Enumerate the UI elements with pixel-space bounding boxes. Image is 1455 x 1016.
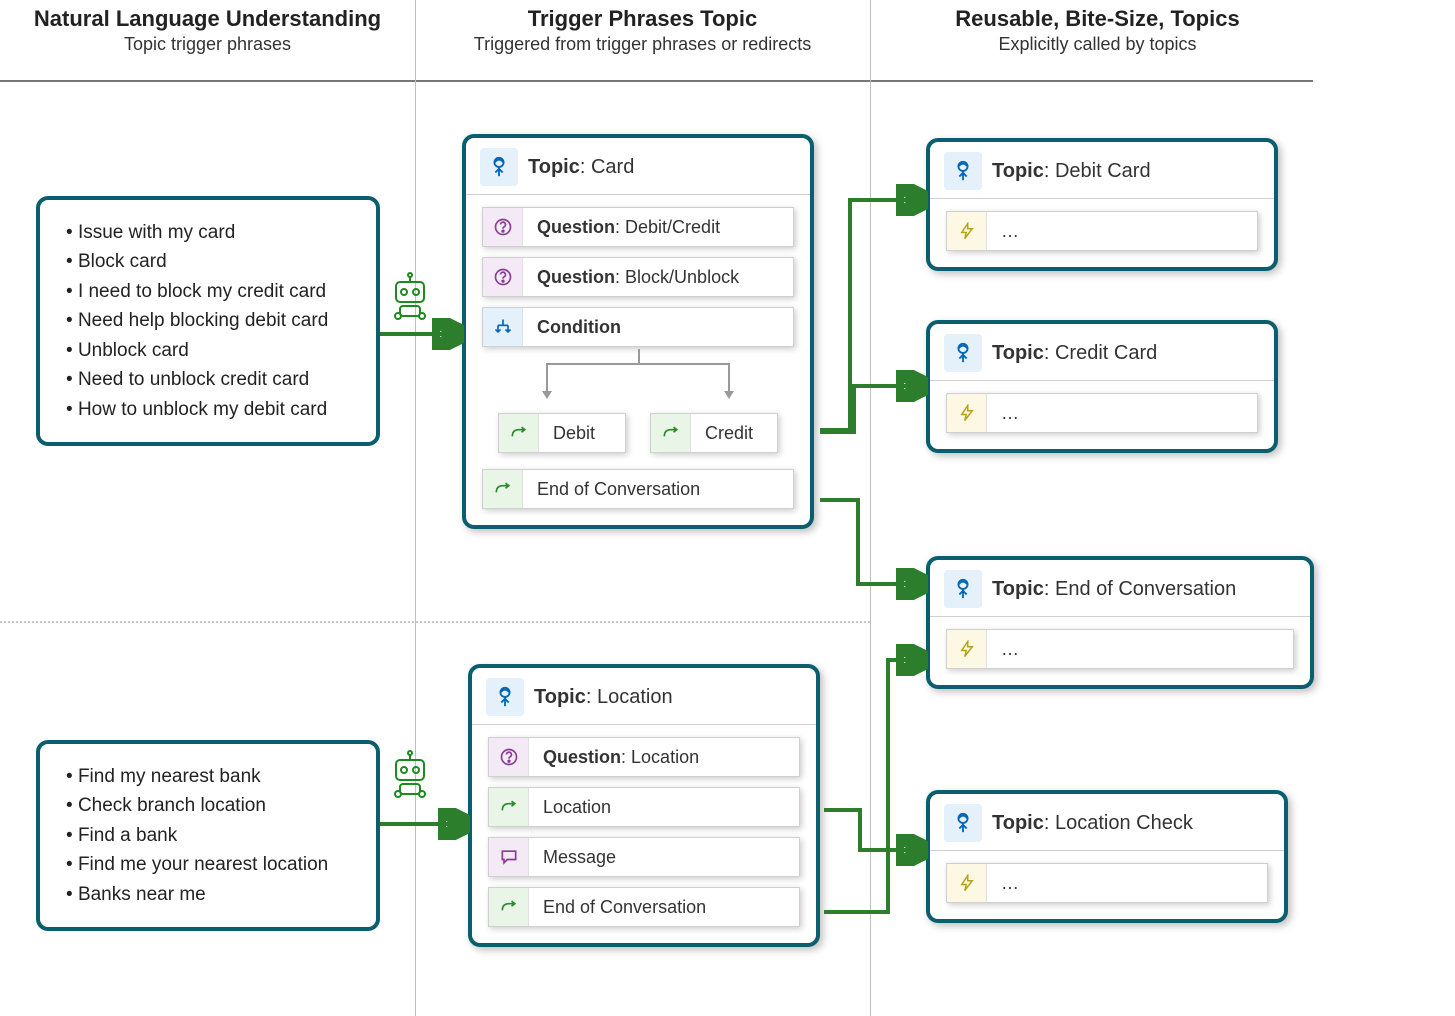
topic-title: Topic: Debit Card xyxy=(992,160,1151,183)
redirect-icon xyxy=(489,788,529,826)
condition-branch-connector xyxy=(482,353,794,399)
topic-title: Topic: Location xyxy=(534,686,673,709)
col3-header: Reusable, Bite-Size, Topics Explicitly c… xyxy=(870,6,1325,55)
node-redirect-eoc: End of Conversation xyxy=(488,887,800,927)
flash-icon xyxy=(947,212,987,250)
phrase-item: I need to block my credit card xyxy=(66,277,354,306)
col2-sub: Triggered from trigger phrases or redire… xyxy=(415,34,870,55)
column-divider-2 xyxy=(870,0,871,1016)
node-message: Message xyxy=(488,837,800,877)
col1-header: Natural Language Understanding Topic tri… xyxy=(0,6,415,55)
redirect-icon xyxy=(489,888,529,926)
bot-icon xyxy=(386,750,434,798)
phrase-item: Block card xyxy=(66,247,354,276)
topic-card-card: Topic: Card Question: Debit/Credit Quest… xyxy=(462,134,814,529)
node-redirect-location: Location xyxy=(488,787,800,827)
node-condition: Condition xyxy=(482,307,794,347)
topic-trigger-icon xyxy=(944,334,982,372)
phrase-item: Issue with my card xyxy=(66,218,354,247)
flash-icon xyxy=(947,394,987,432)
node-question-location: Question: Location xyxy=(488,737,800,777)
trigger-phrases-card: Issue with my card Block card I need to … xyxy=(36,196,380,446)
node-flash: … xyxy=(946,211,1258,251)
question-icon xyxy=(483,258,523,296)
trigger-phrases-location: Find my nearest bank Check branch locati… xyxy=(36,740,380,931)
condition-icon xyxy=(483,308,523,346)
topic-trigger-icon xyxy=(944,152,982,190)
topic-card-credit: Topic: Credit Card … xyxy=(926,320,1278,453)
topic-trigger-icon xyxy=(480,148,518,186)
topic-title: Topic: End of Conversation xyxy=(992,578,1236,601)
node-redirect-eoc: End of Conversation xyxy=(482,469,794,509)
col1-title: Natural Language Understanding xyxy=(0,6,415,32)
question-icon xyxy=(483,208,523,246)
topic-card-eoc: Topic: End of Conversation … xyxy=(926,556,1314,689)
topic-card-location-check: Topic: Location Check … xyxy=(926,790,1288,923)
question-icon xyxy=(489,738,529,776)
header-divider xyxy=(0,80,1313,82)
redirect-icon xyxy=(499,414,539,452)
flash-icon xyxy=(947,864,987,902)
column-divider-1 xyxy=(415,0,416,1016)
redirect-icon xyxy=(651,414,691,452)
topic-title: Topic: Location Check xyxy=(992,812,1193,835)
topic-title: Topic: Credit Card xyxy=(992,342,1157,365)
phrase-item: Need to unblock credit card xyxy=(66,365,354,394)
topic-trigger-icon xyxy=(944,570,982,608)
phrase-item: Banks near me xyxy=(66,880,354,909)
phrase-item: Unblock card xyxy=(66,336,354,365)
node-redirect-credit: Credit xyxy=(650,413,778,453)
node-flash: … xyxy=(946,863,1268,903)
topic-trigger-icon xyxy=(944,804,982,842)
topic-title: Topic: Card xyxy=(528,156,634,179)
node-question-block-unblock: Question: Block/Unblock xyxy=(482,257,794,297)
phrase-item: Check branch location xyxy=(66,791,354,820)
node-flash: … xyxy=(946,393,1258,433)
col1-sub: Topic trigger phrases xyxy=(0,34,415,55)
redirect-icon xyxy=(483,470,523,508)
bot-icon xyxy=(386,272,434,320)
flash-icon xyxy=(947,630,987,668)
col3-title: Reusable, Bite-Size, Topics xyxy=(870,6,1325,32)
node-question-debit-credit: Question: Debit/Credit xyxy=(482,207,794,247)
col2-title: Trigger Phrases Topic xyxy=(415,6,870,32)
phrase-item: How to unblock my debit card xyxy=(66,395,354,424)
row-divider xyxy=(0,621,870,623)
message-icon xyxy=(489,838,529,876)
topic-card-location: Topic: Location Question: Location Locat… xyxy=(468,664,820,947)
phrase-item: Find my nearest bank xyxy=(66,762,354,791)
phrase-item: Need help blocking debit card xyxy=(66,306,354,335)
phrase-item: Find a bank xyxy=(66,821,354,850)
col3-sub: Explicitly called by topics xyxy=(870,34,1325,55)
node-flash: … xyxy=(946,629,1294,669)
col2-header: Trigger Phrases Topic Triggered from tri… xyxy=(415,6,870,55)
topic-card-debit: Topic: Debit Card … xyxy=(926,138,1278,271)
topic-trigger-icon xyxy=(486,678,524,716)
node-redirect-debit: Debit xyxy=(498,413,626,453)
phrase-item: Find me your nearest location xyxy=(66,850,354,879)
